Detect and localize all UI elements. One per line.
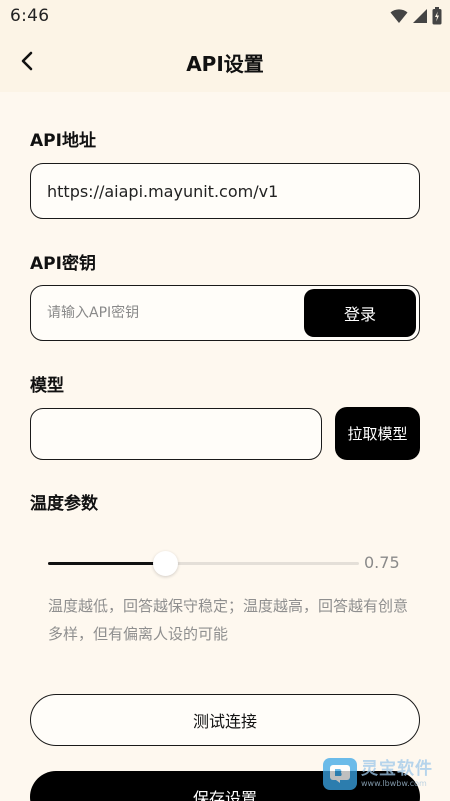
api-url-field (30, 163, 420, 219)
temperature-slider[interactable] (48, 551, 359, 576)
slider-fill (48, 562, 165, 565)
api-url-label: API地址 (30, 131, 96, 151)
page-title: API设置 (186, 51, 264, 76)
status-time: 6:46 (10, 6, 50, 26)
login-button[interactable]: 登录 (304, 289, 416, 337)
api-url-input[interactable] (31, 164, 419, 218)
api-key-input[interactable] (31, 286, 301, 340)
battery-icon (432, 7, 442, 25)
model-input[interactable] (31, 409, 321, 459)
status-icons (390, 7, 442, 25)
model-label: 模型 (30, 376, 64, 396)
fetch-models-button[interactable]: 拉取模型 (335, 407, 420, 460)
chevron-left-icon (21, 51, 33, 71)
api-key-field: 登录 (30, 285, 420, 341)
watermark-name: 灵宝软件 (361, 758, 433, 779)
slider-thumb[interactable] (152, 551, 178, 576)
model-field (30, 408, 322, 460)
app-bar: API设置 (0, 32, 450, 92)
temperature-hint: 温度越低，回答越保守稳定；温度越高，回答越有创意多样，但有偏离人设的可能 (48, 597, 409, 643)
api-key-label: API密钥 (30, 254, 96, 274)
test-connection-button[interactable]: 测试连接 (30, 694, 420, 746)
temperature-label: 温度参数 (30, 494, 98, 514)
wifi-icon (390, 9, 408, 23)
watermark-logo-icon (323, 758, 357, 790)
status-bar: 6:46 (0, 0, 450, 32)
watermark-url: www.lbwbw.com (361, 778, 427, 788)
signal-icon (413, 9, 427, 23)
temperature-value: 0.75 (364, 553, 400, 572)
watermark: 灵宝软件 www.lbwbw.com (323, 754, 450, 794)
back-button[interactable] (12, 46, 42, 76)
